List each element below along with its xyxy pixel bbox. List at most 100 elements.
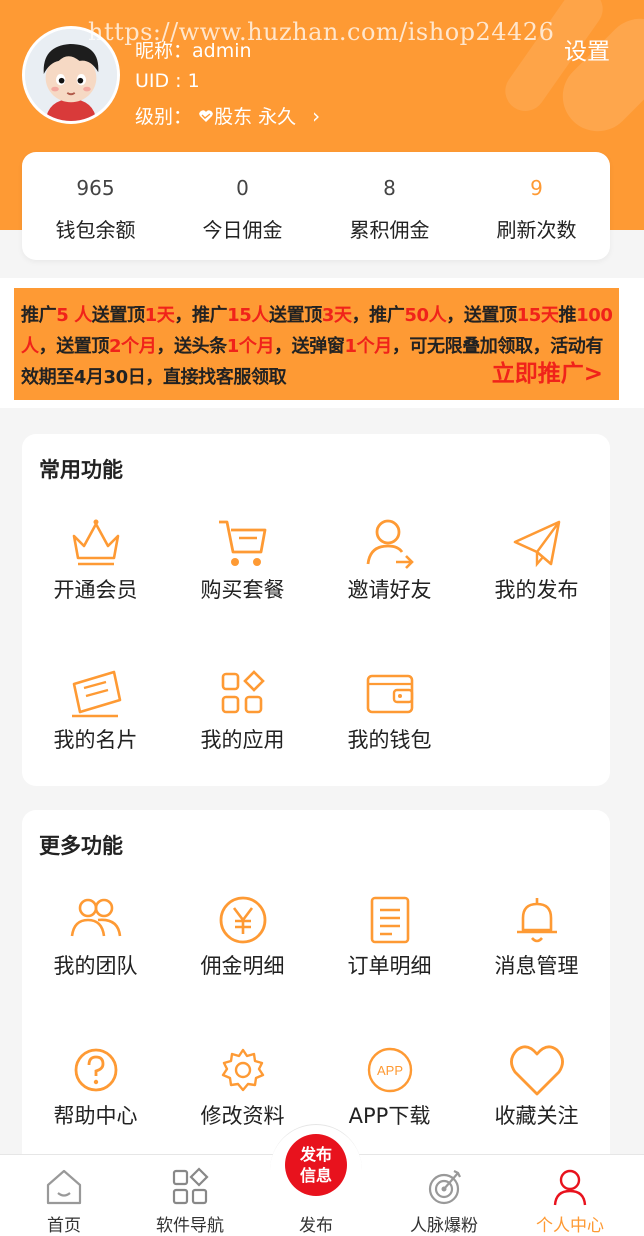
app-download-icon: APP (362, 1042, 418, 1098)
apps-grid-icon (215, 666, 271, 722)
section-title: 更多功能 (39, 834, 123, 858)
open-membership-item[interactable]: 开通会员 (22, 516, 169, 626)
item-label: 我的应用 (200, 728, 285, 752)
commission-detail-item[interactable]: 佣金明细 (169, 892, 316, 1002)
cart-icon (215, 516, 271, 572)
promo-segment: ，推广 (174, 305, 228, 326)
stat-value: 9 (530, 176, 543, 200)
tab-label: 软件导航 (156, 1216, 224, 1236)
promo-segment: ，推广 (351, 305, 405, 326)
publish-button-text: 发布 信息 (299, 1145, 332, 1185)
stat-label: 累积佣金 (349, 218, 430, 242)
tab-software-nav[interactable]: 软件导航 (126, 1155, 254, 1236)
business-card-icon (68, 666, 124, 722)
my-apps-item[interactable]: 我的应用 (169, 666, 316, 776)
user-icon (550, 1167, 590, 1207)
promo-banner[interactable]: 推广5 人送置顶1天，推广15人送置顶3天，推广50人，送置顶15天推100人，… (14, 288, 619, 400)
promo-highlight: 1个月 (226, 336, 275, 357)
item-label: 修改资料 (200, 1104, 285, 1128)
level-line[interactable]: 级别： 股东 永久 › (135, 102, 320, 129)
order-list-icon (362, 892, 418, 948)
promo-highlight: 1个月 (344, 336, 392, 357)
item-label: 我的团队 (53, 954, 138, 978)
uid-line: UID : 1 (135, 70, 200, 92)
item-label: 我的发布 (494, 578, 579, 602)
tab-label: 首页 (47, 1216, 81, 1236)
item-label: 消息管理 (494, 954, 579, 978)
promo-segment: 推广 (21, 305, 57, 326)
nickname-label: 昵称： (135, 40, 193, 62)
item-label: 邀请好友 (347, 578, 432, 602)
tab-label: 个人中心 (536, 1216, 604, 1236)
chevron-right-icon: › (312, 104, 321, 128)
tab-home[interactable]: 首页 (0, 1155, 128, 1236)
item-label: 开通会员 (53, 578, 138, 602)
publish-info-button[interactable]: 发布 信息 (285, 1134, 347, 1196)
my-card-item[interactable]: 我的名片 (22, 666, 169, 776)
item-label: APP下载 (348, 1104, 431, 1128)
stats-card: 965 钱包余额 0 今日佣金 8 累积佣金 9 刷新次数 (22, 152, 610, 260)
order-detail-item[interactable]: 订单明细 (316, 892, 463, 1002)
my-team-item[interactable]: 我的团队 (22, 892, 169, 1002)
message-management-item[interactable]: 消息管理 (463, 892, 610, 1002)
app-icon-text: APP (377, 1063, 403, 1078)
promo-segment: 送置顶 (91, 305, 145, 326)
promo-highlight: 3天 (321, 305, 352, 326)
stat-label: 钱包余额 (55, 218, 136, 242)
stat-value: 8 (383, 176, 396, 200)
tab-personal-center[interactable]: 个人中心 (506, 1155, 634, 1236)
my-posts-item[interactable]: 我的发布 (463, 516, 610, 626)
common-functions-section: 常用功能 开通会员 购买套餐 邀请好友 我的发布 我的名片 我的应用 我的钱包 (22, 434, 610, 786)
nickname-line: 昵称：admin (135, 36, 252, 63)
stat-value: 965 (76, 176, 115, 200)
promo-highlight: 1天 (144, 305, 175, 326)
more-functions-section: 更多功能 我的团队 佣金明细 订单明细 消息管理 帮助中心 修改资料 APP A… (22, 810, 610, 1170)
stat-wallet-balance[interactable]: 965 钱包余额 (22, 152, 169, 260)
promo-highlight: 5 人 (56, 305, 92, 326)
item-label: 收藏关注 (494, 1104, 579, 1128)
item-label: 佣金明细 (200, 954, 285, 978)
tab-network-fans[interactable]: 人脉爆粉 (380, 1155, 508, 1236)
settings-button[interactable]: 设置 (564, 32, 610, 66)
favorites-item[interactable]: 收藏关注 (463, 1042, 610, 1152)
nickname-value: admin (192, 40, 252, 62)
item-label: 购买套餐 (200, 578, 285, 602)
promo-highlight: 15天 (516, 305, 559, 326)
promo-segment: 送置顶 (269, 305, 322, 326)
stat-total-commission[interactable]: 8 累积佣金 (316, 152, 463, 260)
team-icon (68, 892, 124, 948)
target-icon (424, 1167, 464, 1207)
help-icon (68, 1042, 124, 1098)
invite-user-icon (362, 516, 418, 572)
promo-highlight: 2个月 (109, 336, 157, 357)
item-label: 帮助中心 (53, 1104, 138, 1128)
buy-package-item[interactable]: 购买套餐 (169, 516, 316, 626)
stat-refresh-count[interactable]: 9 刷新次数 (463, 152, 610, 260)
stat-value: 0 (236, 176, 249, 200)
section-title: 常用功能 (39, 458, 123, 482)
promo-segment: ，送弹窗 (274, 336, 345, 357)
crown-icon (68, 516, 124, 572)
promo-highlight: 15人 (227, 305, 270, 326)
paper-plane-icon (509, 516, 565, 572)
tab-label: 人脉爆粉 (410, 1216, 478, 1236)
my-wallet-item[interactable]: 我的钱包 (316, 666, 463, 776)
invite-friends-item[interactable]: 邀请好友 (316, 516, 463, 626)
gear-icon (215, 1042, 271, 1098)
stat-today-commission[interactable]: 0 今日佣金 (169, 152, 316, 260)
item-label: 我的名片 (53, 728, 138, 752)
stat-label: 刷新次数 (496, 218, 577, 242)
item-label: 订单明细 (347, 954, 432, 978)
promo-segment: ，送置顶 (38, 336, 110, 357)
yen-coin-icon (215, 892, 271, 948)
stat-label: 今日佣金 (202, 218, 283, 242)
promo-segment: ，送头条 (156, 336, 227, 357)
home-icon (44, 1167, 84, 1207)
item-label: 我的钱包 (347, 728, 432, 752)
help-center-item[interactable]: 帮助中心 (22, 1042, 169, 1152)
wallet-icon (362, 666, 418, 722)
nav-grid-icon (170, 1167, 210, 1207)
promote-now-button[interactable]: 立即推广> (492, 359, 603, 390)
promo-highlight: 50人 (404, 305, 447, 326)
promo-section: 推广5 人送置顶1天，推广15人送置顶3天，推广50人，送置顶15天推100人，… (0, 278, 644, 408)
